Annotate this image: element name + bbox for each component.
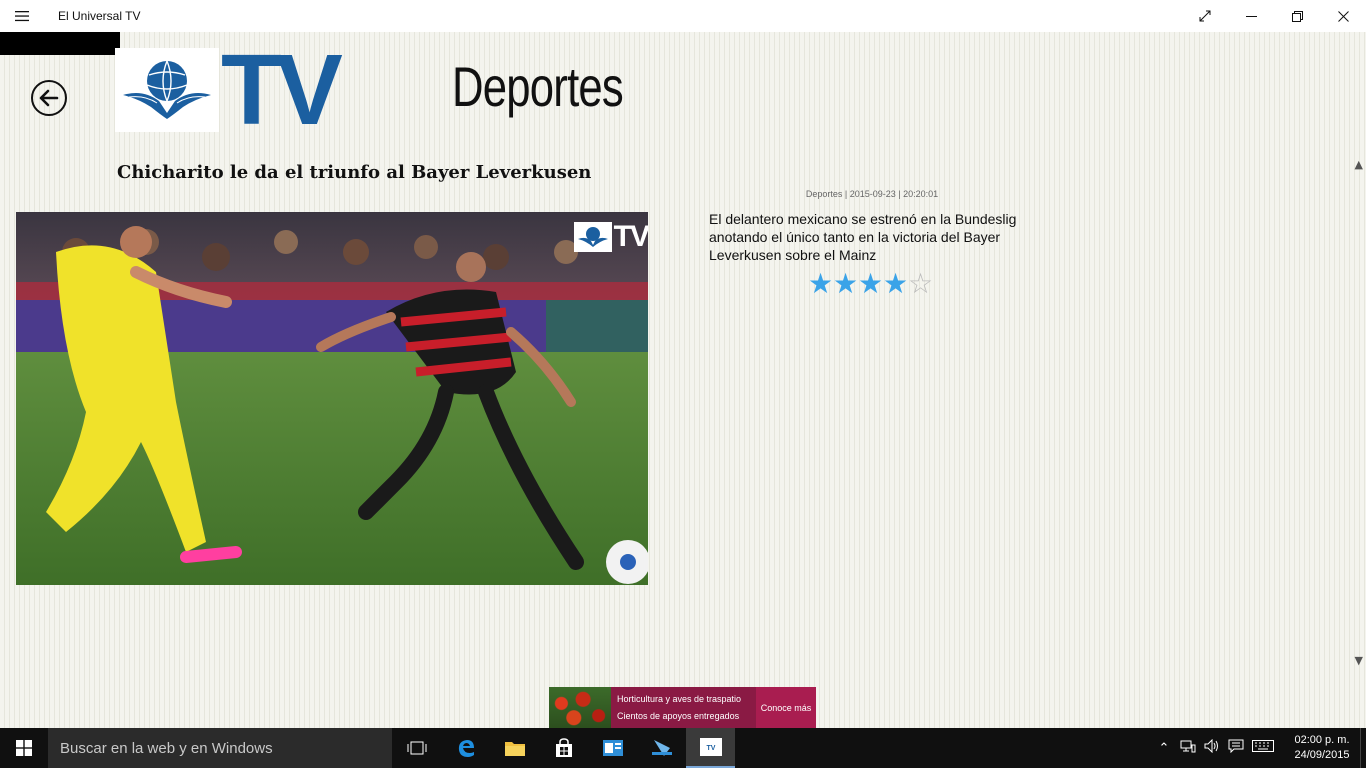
- star-filled-icon[interactable]: ★: [858, 270, 883, 298]
- network-icon[interactable]: [1176, 739, 1200, 757]
- section-title: Deportes: [452, 55, 624, 118]
- clock-date: 24/09/2015: [1294, 749, 1350, 761]
- hamburger-icon[interactable]: [0, 0, 44, 32]
- start-button[interactable]: [0, 728, 48, 768]
- close-icon[interactable]: [1320, 0, 1366, 32]
- tray-chevron-up-icon[interactable]: ⌃: [1152, 741, 1176, 756]
- restore-icon[interactable]: [1274, 0, 1320, 32]
- taskbar: Buscar en la web y en Windows TV ⌃ 02:00…: [0, 728, 1366, 768]
- back-arrow-icon: [39, 89, 59, 107]
- scroll-up-icon[interactable]: ▲: [1355, 158, 1363, 171]
- app-title: El Universal TV: [58, 9, 141, 23]
- globe-eagle-emblem-icon: [115, 48, 219, 132]
- clock-time: 02:00 p. m.: [1294, 734, 1350, 746]
- system-tray: ⌃ 02:00 p. m. 24/09/2015: [1152, 728, 1366, 768]
- windows-logo-icon: [16, 740, 32, 756]
- photo-watermark: TV: [573, 220, 648, 254]
- volume-icon[interactable]: [1200, 738, 1224, 757]
- window-controls: [1182, 0, 1366, 32]
- show-desktop-button[interactable]: [1360, 728, 1366, 768]
- fullscreen-icon[interactable]: [1182, 0, 1228, 32]
- ad-line-1: Horticultura y aves de traspatio: [617, 693, 742, 704]
- svg-text:TV: TV: [706, 745, 715, 752]
- ad-tomatoes-image: [549, 687, 611, 728]
- keyboard-icon[interactable]: [1248, 740, 1278, 756]
- star-filled-icon[interactable]: ★: [808, 270, 833, 298]
- article-photo[interactable]: TV: [16, 212, 648, 585]
- file-explorer-icon[interactable]: [490, 728, 539, 768]
- taskbar-search-input[interactable]: Buscar en la web y en Windows: [48, 728, 392, 768]
- store-icon[interactable]: [539, 728, 588, 768]
- title-bar: El Universal TV: [0, 0, 1366, 32]
- ad-line-2: Cientos de apoyos entregados: [617, 711, 740, 722]
- article-summary: El delantero mexicano se estrenó en la B…: [709, 211, 1017, 263]
- star-filled-icon[interactable]: ★: [833, 270, 858, 298]
- star-rating[interactable]: ★ ★ ★ ★ ☆: [808, 270, 933, 298]
- eluniversal-tv-logo: TV: [115, 34, 370, 146]
- network-app-icon[interactable]: [637, 728, 686, 768]
- minimize-icon[interactable]: [1228, 0, 1274, 32]
- eluniversal-tv-taskbar-icon[interactable]: TV: [686, 728, 735, 768]
- main-content: TV Deportes Chicharito le da el triunfo …: [0, 32, 1366, 728]
- ad-text: Horticultura y aves de traspatio Cientos…: [611, 687, 756, 728]
- scroll-down-icon[interactable]: ▼: [1355, 654, 1363, 667]
- vertical-scrollbar[interactable]: ▲ ▼: [1349, 148, 1366, 673]
- back-button[interactable]: [31, 80, 67, 116]
- watermark-tv-text: TV: [613, 220, 648, 253]
- star-empty-icon[interactable]: ☆: [908, 270, 933, 298]
- task-view-icon[interactable]: [392, 728, 441, 768]
- taskbar-clock[interactable]: 02:00 p. m. 24/09/2015: [1284, 733, 1360, 763]
- ad-cta-button[interactable]: Conoce más: [756, 687, 816, 728]
- watermark-emblem-icon: [573, 222, 612, 252]
- logo-tv-text: TV: [221, 34, 343, 146]
- top-black-bar: [0, 32, 120, 55]
- outlook-icon[interactable]: [588, 728, 637, 768]
- edge-icon[interactable]: [441, 728, 490, 768]
- action-center-icon[interactable]: [1224, 739, 1248, 757]
- soccer-photo: [16, 212, 648, 585]
- ad-banner[interactable]: Horticultura y aves de traspatio Cientos…: [549, 687, 816, 728]
- article-meta: Deportes | 2015-09-23 | 20:20:01: [805, 189, 939, 199]
- article-headline: Chicharito le da el triunfo al Bayer Lev…: [117, 162, 592, 183]
- star-filled-icon[interactable]: ★: [883, 270, 908, 298]
